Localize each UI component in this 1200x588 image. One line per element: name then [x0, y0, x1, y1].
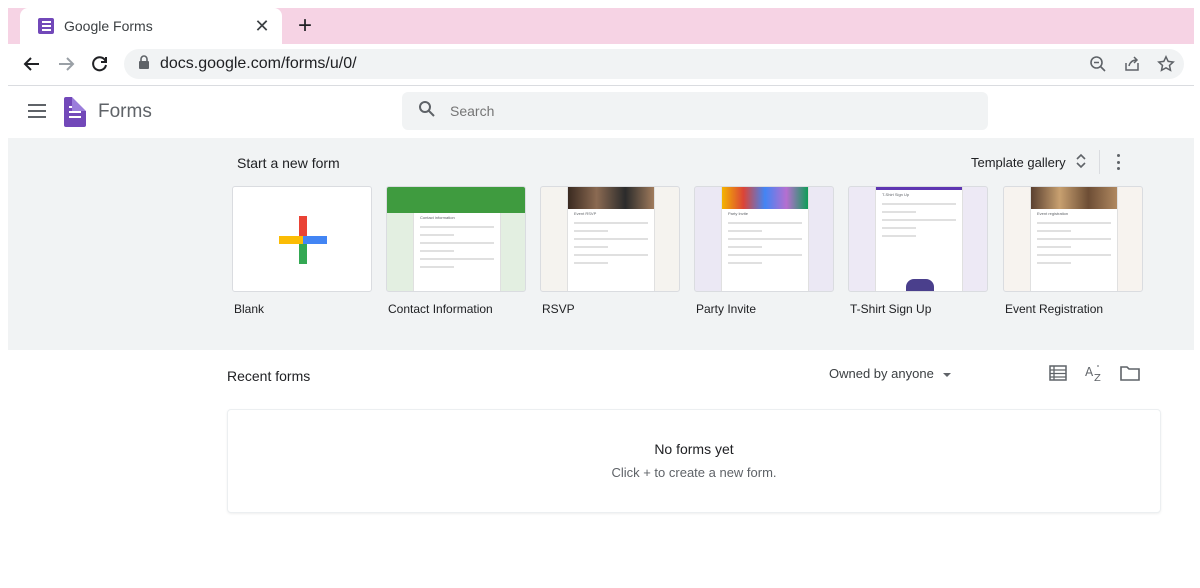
- template-thumbnail[interactable]: [232, 186, 372, 292]
- template-label: T-Shirt Sign Up: [850, 302, 932, 316]
- sort-az-icon[interactable]: AZ: [1084, 364, 1104, 382]
- empty-state-card: No forms yet Click + to create a new for…: [227, 409, 1161, 513]
- template-tshirt-sign-up[interactable]: T-Shirt Sign Up T-Shirt Sign Up: [848, 186, 988, 316]
- forms-favicon-icon: [38, 18, 54, 34]
- empty-state-subtitle: Click + to create a new form.: [611, 465, 777, 480]
- svg-text:Z: Z: [1094, 373, 1101, 382]
- owner-filter-label: Owned by anyone: [829, 366, 934, 381]
- zoom-icon[interactable]: [1088, 54, 1108, 74]
- start-new-form-section: Start a new form Template gallery Blank …: [8, 138, 1194, 350]
- search-bar[interactable]: [402, 92, 988, 130]
- dropdown-arrow-icon: [942, 366, 952, 381]
- list-view-icon[interactable]: [1048, 364, 1068, 382]
- template-label: RSVP: [542, 302, 575, 316]
- owner-filter-dropdown[interactable]: Owned by anyone: [829, 366, 952, 381]
- reload-icon[interactable]: [88, 52, 112, 76]
- main-menu-icon[interactable]: [28, 104, 46, 118]
- template-thumbnail[interactable]: T-Shirt Sign Up: [848, 186, 988, 292]
- form-preview: T-Shirt Sign Up: [875, 187, 963, 291]
- form-preview: Event RSVP: [567, 187, 655, 291]
- view-options: AZ: [1048, 364, 1140, 382]
- template-gallery-label: Template gallery: [971, 155, 1066, 170]
- app-name[interactable]: Forms: [98, 101, 152, 123]
- svg-text:A: A: [1085, 365, 1094, 379]
- template-thumbnail[interactable]: Contact information: [386, 186, 526, 292]
- plus-icon: [279, 216, 327, 264]
- folder-icon[interactable]: [1120, 364, 1140, 382]
- browser-tab-strip: Google Forms ✕ +: [8, 8, 1194, 44]
- template-thumbnail[interactable]: Event RSVP: [540, 186, 680, 292]
- url-text[interactable]: docs.google.com/forms/u/0/: [160, 55, 357, 73]
- template-event-registration[interactable]: Event registration Event Registration: [1003, 186, 1143, 316]
- share-icon[interactable]: [1122, 54, 1142, 74]
- template-label: Contact Information: [388, 302, 493, 316]
- browser-toolbar: docs.google.com/forms/u/0/: [8, 44, 1194, 86]
- address-bar[interactable]: docs.google.com/forms/u/0/: [124, 49, 1184, 79]
- empty-state-title: No forms yet: [654, 441, 734, 457]
- form-preview: Contact information: [413, 213, 501, 291]
- template-gallery-button[interactable]: Template gallery: [971, 153, 1086, 172]
- app-header: Forms: [8, 87, 1194, 137]
- template-label: Event Registration: [1005, 302, 1104, 316]
- more-options-icon[interactable]: [1112, 154, 1124, 170]
- section-title: Start a new form: [237, 155, 340, 171]
- template-thumbnail[interactable]: Party Invite: [694, 186, 834, 292]
- unfold-icon: [1076, 153, 1086, 172]
- template-rsvp[interactable]: Event RSVP RSVP: [540, 186, 680, 316]
- template-party-invite[interactable]: Party Invite Party Invite: [694, 186, 834, 316]
- form-preview: Party Invite: [721, 187, 809, 291]
- recent-forms-title: Recent forms: [227, 368, 311, 384]
- browser-tab[interactable]: Google Forms ✕: [20, 8, 282, 44]
- lock-icon[interactable]: [138, 54, 150, 74]
- tab-close-icon[interactable]: ✕: [252, 16, 272, 37]
- search-icon[interactable]: [418, 100, 436, 123]
- template-label: Blank: [234, 302, 265, 316]
- template-contact-information[interactable]: Contact information Contact Information: [386, 186, 526, 316]
- gallery-divider: [1099, 150, 1100, 174]
- forward-icon[interactable]: [54, 52, 78, 76]
- forms-logo-icon[interactable]: [64, 97, 86, 127]
- template-blank[interactable]: Blank: [232, 186, 372, 316]
- omnibox-actions: [1088, 54, 1176, 74]
- bookmark-star-icon[interactable]: [1156, 54, 1176, 74]
- template-thumbnail[interactable]: Event registration: [1003, 186, 1143, 292]
- template-label: Party Invite: [696, 302, 757, 316]
- tab-title: Google Forms: [64, 18, 153, 34]
- new-tab-button[interactable]: +: [290, 12, 320, 40]
- form-preview: Event registration: [1030, 187, 1118, 291]
- search-input[interactable]: [450, 103, 950, 119]
- back-icon[interactable]: [20, 52, 44, 76]
